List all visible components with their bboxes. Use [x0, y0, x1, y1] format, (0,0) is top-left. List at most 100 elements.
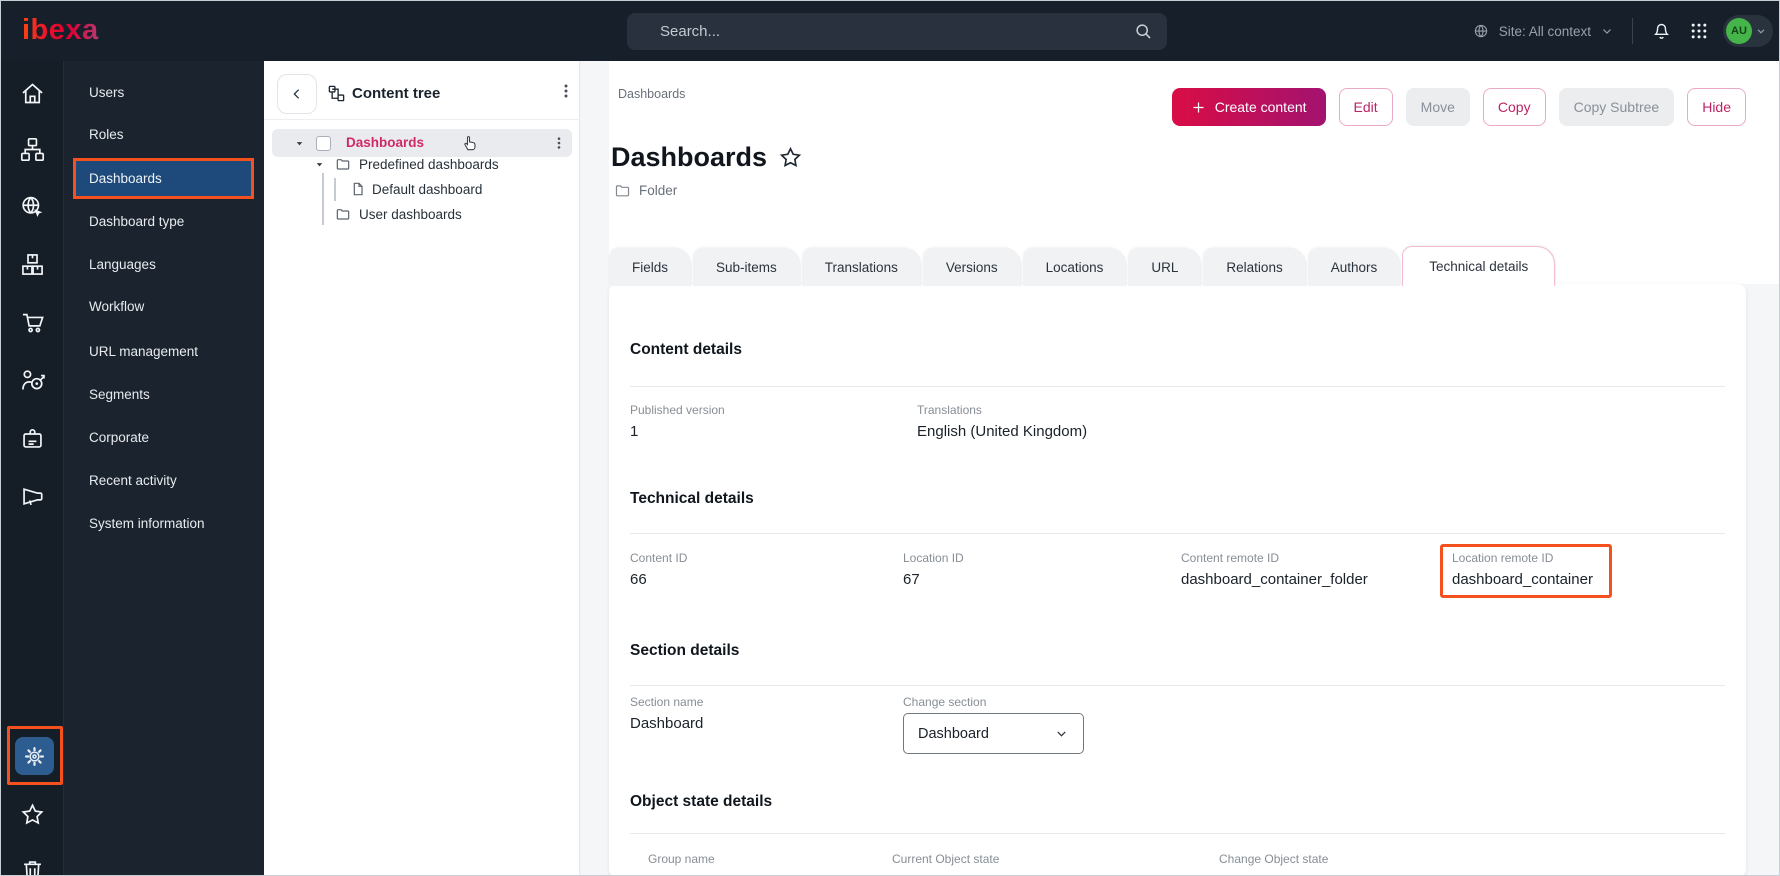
trash-icon[interactable]: [19, 857, 46, 876]
user-menu[interactable]: AU: [1723, 15, 1773, 47]
menu-item-corporate[interactable]: Corporate: [64, 421, 264, 455]
tab-locations[interactable]: Locations: [1023, 248, 1127, 286]
tab-versions[interactable]: Versions: [923, 248, 1021, 286]
content-tree-icon: [327, 84, 346, 103]
personalization-icon[interactable]: [19, 367, 46, 394]
folder-icon: [335, 206, 351, 222]
icon-rail: [1, 61, 64, 876]
edit-button[interactable]: Edit: [1339, 88, 1393, 126]
menu-item-users[interactable]: Users: [64, 76, 264, 110]
chevron-left-icon: [289, 86, 305, 102]
tab-authors[interactable]: Authors: [1308, 248, 1401, 286]
chevron-down-icon: [1755, 25, 1767, 37]
tab-relations[interactable]: Relations: [1203, 248, 1305, 286]
tab-sub-items[interactable]: Sub-items: [693, 248, 800, 286]
file-icon: [350, 181, 366, 197]
menu-item-workflow[interactable]: Workflow: [64, 290, 264, 324]
grid-icon: [1689, 21, 1709, 41]
field-content-remote-id: Content remote ID dashboard_container_fo…: [1181, 551, 1368, 588]
content-tree-title: Content tree: [352, 85, 440, 102]
bell-icon: [1651, 21, 1672, 42]
tree-label-predefined-dashboards[interactable]: Predefined dashboards: [359, 157, 499, 172]
tab-translations[interactable]: Translations: [802, 248, 921, 286]
move-button[interactable]: Move: [1406, 88, 1470, 126]
content-type-row: Folder: [614, 182, 677, 199]
field-section-name: Section name Dashboard: [630, 695, 703, 732]
plus-icon: [1191, 100, 1206, 115]
caret-down-icon[interactable]: [314, 159, 325, 170]
site-context-selector[interactable]: Site: All context: [1472, 22, 1614, 40]
annotation-box-dashboards-menu: [73, 158, 254, 199]
menu-item-languages[interactable]: Languages: [64, 248, 264, 282]
tab-url[interactable]: URL: [1128, 248, 1201, 286]
search-icon[interactable]: [1133, 21, 1154, 42]
section-heading-section-details: Section details: [630, 642, 739, 660]
content-tree-panel: Content tree Dashboards Predefined dashb…: [264, 61, 580, 876]
tree-label-user-dashboards[interactable]: User dashboards: [359, 207, 462, 222]
caret-down-icon[interactable]: [294, 138, 305, 149]
notifications-button[interactable]: [1651, 21, 1672, 42]
corporate-icon[interactable]: [19, 425, 46, 452]
create-content-button[interactable]: Create content: [1172, 88, 1326, 126]
chevron-down-icon: [1600, 24, 1614, 38]
divider: [630, 833, 1725, 834]
main-content: Dashboards Dashboards Folder Create cont…: [580, 61, 1780, 876]
change-section-dropdown[interactable]: Dashboard: [903, 713, 1084, 754]
chevron-down-icon: [1054, 726, 1069, 741]
app-switcher-button[interactable]: [1689, 21, 1709, 41]
ibexa-admin-screen: ibexa Site: All context: [0, 0, 1780, 876]
menu-item-recent-activity[interactable]: Recent activity: [64, 464, 264, 498]
tree-checkbox-dashboards[interactable]: [316, 136, 331, 151]
tree-label-dashboards[interactable]: Dashboards: [346, 135, 424, 150]
divider: [630, 386, 1725, 387]
field-location-id: Location ID 67: [903, 551, 964, 588]
hide-button[interactable]: Hide: [1687, 88, 1746, 126]
field-translations: Translations English (United Kingdom): [917, 403, 1087, 440]
page-title: Dashboards: [611, 142, 767, 173]
menu-item-segments[interactable]: Segments: [64, 378, 264, 412]
marketing-icon[interactable]: [19, 483, 46, 510]
tree-label-default-dashboard[interactable]: Default dashboard: [372, 182, 482, 197]
object-state-col-current: Current Object state: [892, 852, 999, 866]
row-options-kebab-icon[interactable]: [552, 136, 566, 150]
technical-details-card: Content details Published version 1 Tran…: [609, 284, 1746, 876]
content-structure-icon[interactable]: [19, 136, 46, 163]
tab-technical-details[interactable]: Technical details: [1402, 246, 1555, 286]
divider: [630, 533, 1725, 534]
top-bar: ibexa Site: All context: [1, 1, 1780, 61]
topbar-right-cluster: Site: All context AU: [1472, 1, 1773, 61]
field-published-version: Published version 1: [630, 403, 725, 440]
menu-item-system-information[interactable]: System information: [64, 507, 264, 541]
object-state-col-group-name: Group name: [648, 852, 715, 866]
menu-item-url-management[interactable]: URL management: [64, 335, 264, 369]
cursor-pointer-icon: [460, 133, 480, 153]
content-type-label: Folder: [639, 183, 677, 198]
section-heading-technical-details: Technical details: [630, 490, 754, 508]
globe-icon: [1472, 22, 1490, 40]
avatar: AU: [1726, 18, 1752, 44]
tree-guide-line: [334, 178, 336, 201]
breadcrumb[interactable]: Dashboards: [618, 87, 685, 101]
section-heading-content-details: Content details: [630, 341, 742, 359]
tree-options-kebab-icon[interactable]: [558, 83, 574, 99]
tree-guide-line: [322, 173, 324, 225]
bookmarks-icon[interactable]: [19, 801, 46, 828]
copy-button[interactable]: Copy: [1483, 88, 1546, 126]
section-heading-object-state: Object state details: [630, 793, 772, 811]
product-catalog-icon[interactable]: [19, 251, 46, 278]
ibexa-logo[interactable]: ibexa: [22, 14, 99, 47]
menu-item-dashboard-type[interactable]: Dashboard type: [64, 205, 264, 239]
search-input[interactable]: [627, 13, 1167, 50]
folder-icon: [335, 156, 351, 172]
tab-fields[interactable]: Fields: [609, 248, 691, 286]
site-icon[interactable]: [19, 194, 46, 221]
bookmark-star-icon[interactable]: [778, 145, 803, 170]
divider: [630, 685, 1725, 686]
divider: [264, 119, 580, 120]
action-buttons: Create content Edit Move Copy Copy Subtr…: [1172, 88, 1746, 126]
copy-subtree-button[interactable]: Copy Subtree: [1559, 88, 1675, 126]
home-icon[interactable]: [19, 80, 46, 107]
collapse-tree-button[interactable]: [277, 74, 317, 114]
menu-item-roles[interactable]: Roles: [64, 118, 264, 152]
commerce-icon[interactable]: [19, 309, 46, 336]
